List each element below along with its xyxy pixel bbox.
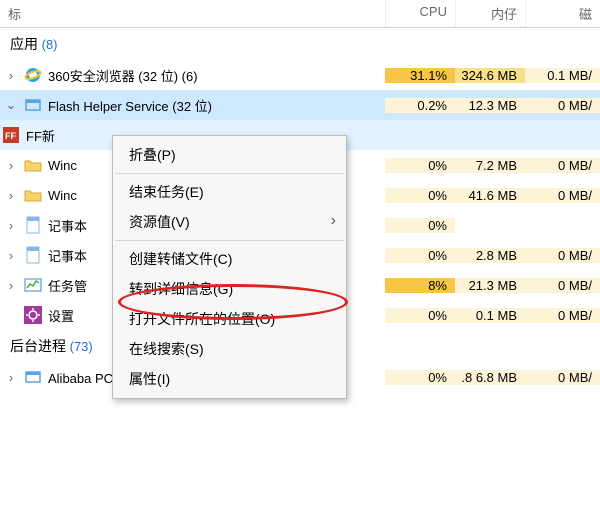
process-name: 设置 xyxy=(48,306,74,325)
group-apps: 应用 (8) xyxy=(0,28,600,60)
expand-icon[interactable]: › xyxy=(0,158,22,173)
cpu-cell: 0% xyxy=(385,370,455,385)
col-mem[interactable]: 内仔 xyxy=(455,0,525,27)
mem-cell: 324.6 MB xyxy=(455,68,525,83)
disk-cell: 0 MB/ xyxy=(525,158,600,173)
menu-search-online[interactable]: 在线搜索(S) xyxy=(113,334,346,364)
settings-icon xyxy=(24,306,42,324)
menu-open-file-location[interactable]: 打开文件所在的位置(O) xyxy=(113,304,346,334)
disk-cell: 0 MB/ xyxy=(525,370,600,385)
cpu-cell: 0% xyxy=(385,218,455,233)
menu-goto-details[interactable]: 转到详细信息(G) xyxy=(113,274,346,304)
cpu-cell: 0% xyxy=(385,248,455,263)
menu-separator xyxy=(115,240,344,241)
folder-icon xyxy=(24,186,42,204)
svg-text:FF: FF xyxy=(5,131,16,141)
disk-cell: 0 MB/ xyxy=(525,188,600,203)
disk-cell: 0.1 MB/ xyxy=(525,68,600,83)
menu-resource-values[interactable]: 资源值(V) xyxy=(113,207,346,237)
expand-icon[interactable]: › xyxy=(0,188,22,203)
expand-icon[interactable]: › xyxy=(0,68,22,83)
process-row-flash[interactable]: ⌄ Flash Helper Service (32 位) 0.2% 12.3 … xyxy=(0,90,600,120)
menu-end-task[interactable]: 结束任务(E) xyxy=(113,177,346,207)
cpu-cell: 0% xyxy=(385,158,455,173)
cpu-cell: 8% xyxy=(385,278,455,293)
expand-icon[interactable]: › xyxy=(0,370,22,385)
col-cpu[interactable]: CPU xyxy=(385,0,455,27)
mem-cell: 41.6 MB xyxy=(455,188,525,203)
app-icon xyxy=(24,368,42,386)
disk-cell: 0 MB/ xyxy=(525,308,600,323)
expand-icon[interactable]: › xyxy=(0,218,22,233)
menu-collapse[interactable]: 折叠(P) xyxy=(113,140,346,170)
context-menu: 折叠(P) 结束任务(E) 资源值(V) 创建转储文件(C) 转到详细信息(G)… xyxy=(112,135,347,399)
process-name: 记事本 xyxy=(48,246,87,265)
disk-cell: 0 MB/ xyxy=(525,248,600,263)
disk-cell: 0 MB/ xyxy=(525,98,600,113)
group-bg-title: 后台进程 xyxy=(10,338,66,354)
expand-icon[interactable]: ⌄ xyxy=(0,97,22,113)
disk-cell: 0 MB/ xyxy=(525,278,600,293)
process-name: Flash Helper Service (32 位) xyxy=(48,96,212,115)
cpu-cell: 0.2% xyxy=(385,98,455,113)
cpu-cell: 0% xyxy=(385,188,455,203)
mem-cell: 0.1 MB xyxy=(455,308,525,323)
cpu-cell: 0% xyxy=(385,308,455,323)
expand-icon[interactable]: › xyxy=(0,278,22,293)
process-name: Winc xyxy=(48,158,77,173)
group-apps-title: 应用 xyxy=(10,36,38,52)
ie-icon xyxy=(24,66,42,84)
process-row-360[interactable]: › 360安全浏览器 (32 位) (6) 31.1% 324.6 MB 0.1… xyxy=(0,60,600,90)
taskmgr-icon xyxy=(24,276,42,294)
group-apps-count: (8) xyxy=(42,37,58,52)
group-bg-count: (73) xyxy=(70,339,93,354)
ff-icon: FF xyxy=(2,126,20,144)
process-name: 任务管 xyxy=(48,276,87,295)
mem-cell: 7.2 MB xyxy=(455,158,525,173)
expand-icon[interactable]: › xyxy=(0,248,22,263)
col-name[interactable]: 标 xyxy=(0,0,385,27)
mem-cell: 21.3 MB xyxy=(455,278,525,293)
column-header: 标 CPU 内仔 磁 xyxy=(0,0,600,28)
cpu-cell: 31.1% xyxy=(385,68,455,83)
process-name: FF新 xyxy=(26,126,55,145)
process-name: 360安全浏览器 (32 位) (6) xyxy=(48,66,198,85)
mem-cell: .8 6.8 MB xyxy=(455,370,525,385)
process-name: Winc xyxy=(48,188,77,203)
menu-create-dump[interactable]: 创建转储文件(C) xyxy=(113,244,346,274)
notepad-icon xyxy=(24,216,42,234)
app-icon xyxy=(24,96,42,114)
mem-cell: 2.8 MB xyxy=(455,248,525,263)
process-name: 记事本 xyxy=(48,216,87,235)
mem-cell: 12.3 MB xyxy=(455,98,525,113)
menu-properties[interactable]: 属性(I) xyxy=(113,364,346,394)
col-disk[interactable]: 磁 xyxy=(525,0,600,27)
folder-icon xyxy=(24,156,42,174)
menu-separator xyxy=(115,173,344,174)
notepad-icon xyxy=(24,246,42,264)
